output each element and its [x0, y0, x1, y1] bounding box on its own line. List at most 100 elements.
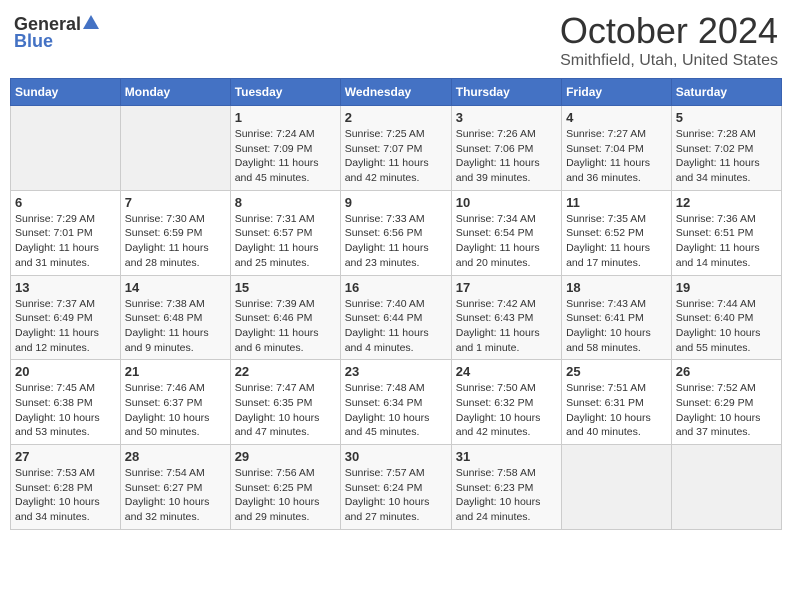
day-cell	[562, 445, 672, 530]
day-detail: Sunrise: 7:48 AM Sunset: 6:34 PM Dayligh…	[345, 381, 447, 440]
day-number: 17	[456, 280, 557, 295]
week-row-1: 1 Sunrise: 7:24 AM Sunset: 7:09 PM Daylig…	[11, 106, 782, 191]
day-cell: 23 Sunrise: 7:48 AM Sunset: 6:34 PM Dayli…	[340, 360, 451, 445]
day-detail: Sunrise: 7:34 AM Sunset: 6:54 PM Dayligh…	[456, 212, 557, 271]
day-number: 7	[125, 195, 226, 210]
week-row-2: 6 Sunrise: 7:29 AM Sunset: 7:01 PM Daylig…	[11, 190, 782, 275]
day-detail: Sunrise: 7:25 AM Sunset: 7:07 PM Dayligh…	[345, 127, 447, 186]
day-detail: Sunrise: 7:45 AM Sunset: 6:38 PM Dayligh…	[15, 381, 116, 440]
day-number: 29	[235, 449, 336, 464]
weekday-header-sunday: Sunday	[11, 79, 121, 106]
weekday-header-tuesday: Tuesday	[230, 79, 340, 106]
day-detail: Sunrise: 7:27 AM Sunset: 7:04 PM Dayligh…	[566, 127, 667, 186]
page-header: General Blue October 2024 Smithfield, Ut…	[10, 10, 782, 70]
day-detail: Sunrise: 7:38 AM Sunset: 6:48 PM Dayligh…	[125, 297, 226, 356]
day-detail: Sunrise: 7:47 AM Sunset: 6:35 PM Dayligh…	[235, 381, 336, 440]
day-number: 27	[15, 449, 116, 464]
day-number: 9	[345, 195, 447, 210]
weekday-header-thursday: Thursday	[451, 79, 561, 106]
logo-triangle-icon	[83, 15, 99, 34]
day-detail: Sunrise: 7:33 AM Sunset: 6:56 PM Dayligh…	[345, 212, 447, 271]
day-cell: 27Sunrise: 7:53 AM Sunset: 6:28 PM Dayli…	[11, 445, 121, 530]
day-detail: Sunrise: 7:50 AM Sunset: 6:32 PM Dayligh…	[456, 381, 557, 440]
day-number: 20	[15, 364, 116, 379]
day-detail: Sunrise: 7:30 AM Sunset: 6:59 PM Dayligh…	[125, 212, 226, 271]
day-cell: 2Sunrise: 7:25 AM Sunset: 7:07 PM Daylig…	[340, 106, 451, 191]
day-number: 19	[676, 280, 777, 295]
day-cell: 14 Sunrise: 7:38 AM Sunset: 6:48 PM Dayli…	[120, 275, 230, 360]
day-cell: 22Sunrise: 7:47 AM Sunset: 6:35 PM Dayli…	[230, 360, 340, 445]
day-detail: Sunrise: 7:24 AM Sunset: 7:09 PM Dayligh…	[235, 127, 336, 186]
day-cell: 29 Sunrise: 7:56 AM Sunset: 6:25 PM Dayli…	[230, 445, 340, 530]
day-number: 26	[676, 364, 777, 379]
weekday-header-wednesday: Wednesday	[340, 79, 451, 106]
day-number: 10	[456, 195, 557, 210]
day-number: 6	[15, 195, 116, 210]
day-number: 4	[566, 110, 667, 125]
day-detail: Sunrise: 7:52 AM Sunset: 6:29 PM Dayligh…	[676, 381, 777, 440]
logo: General Blue	[14, 14, 99, 52]
day-cell: 16 Sunrise: 7:40 AM Sunset: 6:44 PM Dayli…	[340, 275, 451, 360]
day-number: 15	[235, 280, 336, 295]
day-detail: Sunrise: 7:35 AM Sunset: 6:52 PM Dayligh…	[566, 212, 667, 271]
day-number: 1	[235, 110, 336, 125]
day-cell: 1 Sunrise: 7:24 AM Sunset: 7:09 PM Daylig…	[230, 106, 340, 191]
day-cell: 24 Sunrise: 7:50 AM Sunset: 6:32 PM Dayli…	[451, 360, 561, 445]
day-number: 16	[345, 280, 447, 295]
day-cell: 13 Sunrise: 7:37 AM Sunset: 6:49 PM Dayli…	[11, 275, 121, 360]
day-cell: 25Sunrise: 7:51 AM Sunset: 6:31 PM Dayli…	[562, 360, 672, 445]
day-cell	[120, 106, 230, 191]
day-detail: Sunrise: 7:26 AM Sunset: 7:06 PM Dayligh…	[456, 127, 557, 186]
day-cell: 17 Sunrise: 7:42 AM Sunset: 6:43 PM Dayli…	[451, 275, 561, 360]
day-cell: 10 Sunrise: 7:34 AM Sunset: 6:54 PM Dayli…	[451, 190, 561, 275]
logo-blue-text: Blue	[14, 31, 53, 52]
weekday-header-friday: Friday	[562, 79, 672, 106]
day-cell: 5Sunrise: 7:28 AM Sunset: 7:02 PM Daylig…	[671, 106, 781, 191]
week-row-4: 20 Sunrise: 7:45 AM Sunset: 6:38 PM Dayli…	[11, 360, 782, 445]
day-detail: Sunrise: 7:58 AM Sunset: 6:23 PM Dayligh…	[456, 466, 557, 525]
day-cell: 30Sunrise: 7:57 AM Sunset: 6:24 PM Dayli…	[340, 445, 451, 530]
weekday-header-row: SundayMondayTuesdayWednesdayThursdayFrid…	[11, 79, 782, 106]
day-cell: 31Sunrise: 7:58 AM Sunset: 6:23 PM Dayli…	[451, 445, 561, 530]
day-detail: Sunrise: 7:28 AM Sunset: 7:02 PM Dayligh…	[676, 127, 777, 186]
day-cell	[11, 106, 121, 191]
location: Smithfield, Utah, United States	[560, 52, 778, 70]
day-detail: Sunrise: 7:29 AM Sunset: 7:01 PM Dayligh…	[15, 212, 116, 271]
day-number: 3	[456, 110, 557, 125]
day-number: 12	[676, 195, 777, 210]
day-number: 23	[345, 364, 447, 379]
day-number: 8	[235, 195, 336, 210]
day-cell: 12Sunrise: 7:36 AM Sunset: 6:51 PM Dayli…	[671, 190, 781, 275]
day-cell: 9 Sunrise: 7:33 AM Sunset: 6:56 PM Daylig…	[340, 190, 451, 275]
day-detail: Sunrise: 7:39 AM Sunset: 6:46 PM Dayligh…	[235, 297, 336, 356]
day-detail: Sunrise: 7:40 AM Sunset: 6:44 PM Dayligh…	[345, 297, 447, 356]
title-block: October 2024 Smithfield, Utah, United St…	[560, 10, 778, 70]
day-detail: Sunrise: 7:56 AM Sunset: 6:25 PM Dayligh…	[235, 466, 336, 525]
day-number: 24	[456, 364, 557, 379]
day-number: 21	[125, 364, 226, 379]
day-cell: 18Sunrise: 7:43 AM Sunset: 6:41 PM Dayli…	[562, 275, 672, 360]
day-number: 14	[125, 280, 226, 295]
day-detail: Sunrise: 7:44 AM Sunset: 6:40 PM Dayligh…	[676, 297, 777, 356]
day-detail: Sunrise: 7:46 AM Sunset: 6:37 PM Dayligh…	[125, 381, 226, 440]
day-detail: Sunrise: 7:31 AM Sunset: 6:57 PM Dayligh…	[235, 212, 336, 271]
weekday-header-monday: Monday	[120, 79, 230, 106]
day-detail: Sunrise: 7:54 AM Sunset: 6:27 PM Dayligh…	[125, 466, 226, 525]
day-number: 25	[566, 364, 667, 379]
day-number: 30	[345, 449, 447, 464]
day-number: 13	[15, 280, 116, 295]
week-row-3: 13 Sunrise: 7:37 AM Sunset: 6:49 PM Dayli…	[11, 275, 782, 360]
day-cell: 26 Sunrise: 7:52 AM Sunset: 6:29 PM Dayli…	[671, 360, 781, 445]
day-cell: 21 Sunrise: 7:46 AM Sunset: 6:37 PM Dayli…	[120, 360, 230, 445]
day-detail: Sunrise: 7:37 AM Sunset: 6:49 PM Dayligh…	[15, 297, 116, 356]
month-title: October 2024	[560, 10, 778, 52]
day-cell: 19 Sunrise: 7:44 AM Sunset: 6:40 PM Dayli…	[671, 275, 781, 360]
day-cell: 7 Sunrise: 7:30 AM Sunset: 6:59 PM Daylig…	[120, 190, 230, 275]
day-cell	[671, 445, 781, 530]
day-detail: Sunrise: 7:42 AM Sunset: 6:43 PM Dayligh…	[456, 297, 557, 356]
day-number: 28	[125, 449, 226, 464]
week-row-5: 27Sunrise: 7:53 AM Sunset: 6:28 PM Dayli…	[11, 445, 782, 530]
calendar-table: SundayMondayTuesdayWednesdayThursdayFrid…	[10, 78, 782, 530]
day-cell: 4 Sunrise: 7:27 AM Sunset: 7:04 PM Daylig…	[562, 106, 672, 191]
day-cell: 20 Sunrise: 7:45 AM Sunset: 6:38 PM Dayli…	[11, 360, 121, 445]
